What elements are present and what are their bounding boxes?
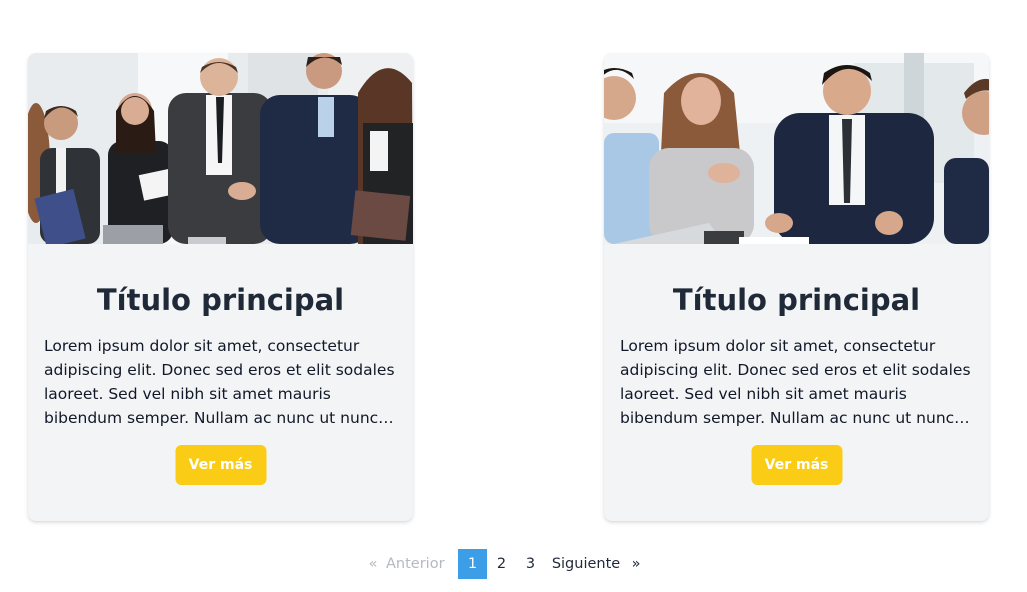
see-more-button[interactable]: Ver más: [175, 445, 266, 485]
card-text: Lorem ipsum dolor sit amet, consectetur …: [620, 337, 971, 427]
next-page-link[interactable]: Siguiente: [545, 549, 627, 579]
page: Título principal Lorem ipsum dolor sit a…: [0, 0, 1027, 592]
card-title: Título principal: [96, 283, 345, 317]
page-link-3[interactable]: 3: [516, 549, 545, 579]
card: Título principal Lorem ipsum dolor sit a…: [28, 53, 413, 521]
business-handshake-photo: [28, 53, 413, 244]
pagination: « Anterior 1 2 3 Siguiente »: [360, 549, 645, 579]
card-text: Lorem ipsum dolor sit amet, consectetur …: [44, 337, 395, 427]
card: Título principal Lorem ipsum dolor sit a…: [604, 53, 989, 521]
card-title: Título principal: [672, 283, 921, 317]
page-link-1[interactable]: 1: [458, 549, 487, 579]
page-link-2[interactable]: 2: [487, 549, 516, 579]
previous-page-link: Anterior: [386, 556, 445, 572]
see-more-button[interactable]: Ver más: [751, 445, 842, 485]
business-meeting-photo: [604, 53, 989, 244]
next-arrow-icon[interactable]: »: [627, 549, 645, 579]
previous-arrow-icon: «: [368, 556, 378, 572]
